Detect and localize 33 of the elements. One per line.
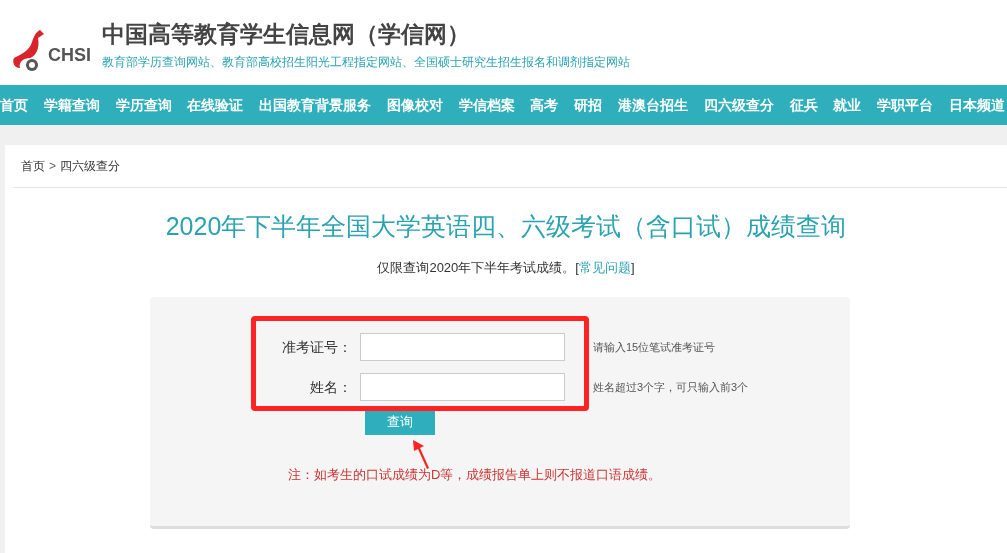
field-hint: 请输入15位笔试准考证号 bbox=[593, 339, 716, 355]
nav-link[interactable]: 学职平台 bbox=[877, 94, 934, 116]
nav-link[interactable]: 研招 bbox=[574, 94, 603, 116]
nav-link[interactable]: 学历查询 bbox=[115, 94, 172, 116]
query-button[interactable]: 查询 bbox=[365, 409, 435, 435]
nav-link[interactable]: 征兵 bbox=[789, 94, 818, 116]
page-title: 2020年下半年全国大学英语四、六级考试（含口试）成绩查询 bbox=[165, 211, 847, 242]
breadcrumb-link[interactable]: 四六级查分 bbox=[60, 157, 120, 175]
nav-link[interactable]: 在线验证 bbox=[187, 94, 244, 116]
site-title: 中国高等教育学生信息网（学信网） bbox=[102, 19, 471, 49]
nav-link[interactable]: 就业 bbox=[833, 94, 862, 116]
nav-link[interactable]: 高考 bbox=[530, 94, 559, 116]
nav-link[interactable]: 学籍查询 bbox=[43, 94, 100, 116]
bird-logo-icon bbox=[10, 27, 46, 73]
breadcrumb-separator: > bbox=[49, 158, 56, 175]
nav-link[interactable]: 学信档案 bbox=[458, 94, 515, 116]
field-label: 姓名： bbox=[309, 377, 353, 397]
note-text: 注：如考生的口试成绩为D等，成绩报告单上则不报道口语成绩。 bbox=[288, 466, 663, 484]
breadcrumb-link[interactable]: 首页 bbox=[21, 157, 45, 175]
annotation-arrow bbox=[411, 438, 431, 470]
input-field[interactable] bbox=[360, 333, 565, 361]
nav-link[interactable]: 日本频道 bbox=[948, 94, 1005, 116]
nav-link[interactable]: 首页 bbox=[0, 94, 28, 116]
nav-link[interactable]: 出国教育背景服务 bbox=[259, 94, 372, 116]
nav-link[interactable]: 图像校对 bbox=[386, 94, 443, 116]
field-hint: 姓名超过3个字，可只输入前3个 bbox=[593, 379, 749, 395]
subtitle-text: 仅限查询2020年下半年考试成绩。[常见问题] bbox=[377, 258, 635, 277]
nav-link[interactable]: 港澳台招生 bbox=[618, 94, 689, 116]
input-field[interactable] bbox=[360, 373, 565, 401]
site-tagline: 教育部学历查询网站、教育部高校招生阳光工程指定网站、全国硕士研究生招生报名和调剂指定网站 bbox=[102, 53, 630, 71]
field-label: 准考证号： bbox=[281, 337, 353, 357]
logo-text: CHSI bbox=[48, 43, 91, 67]
nav-link[interactable]: 四六级查分 bbox=[703, 94, 774, 116]
